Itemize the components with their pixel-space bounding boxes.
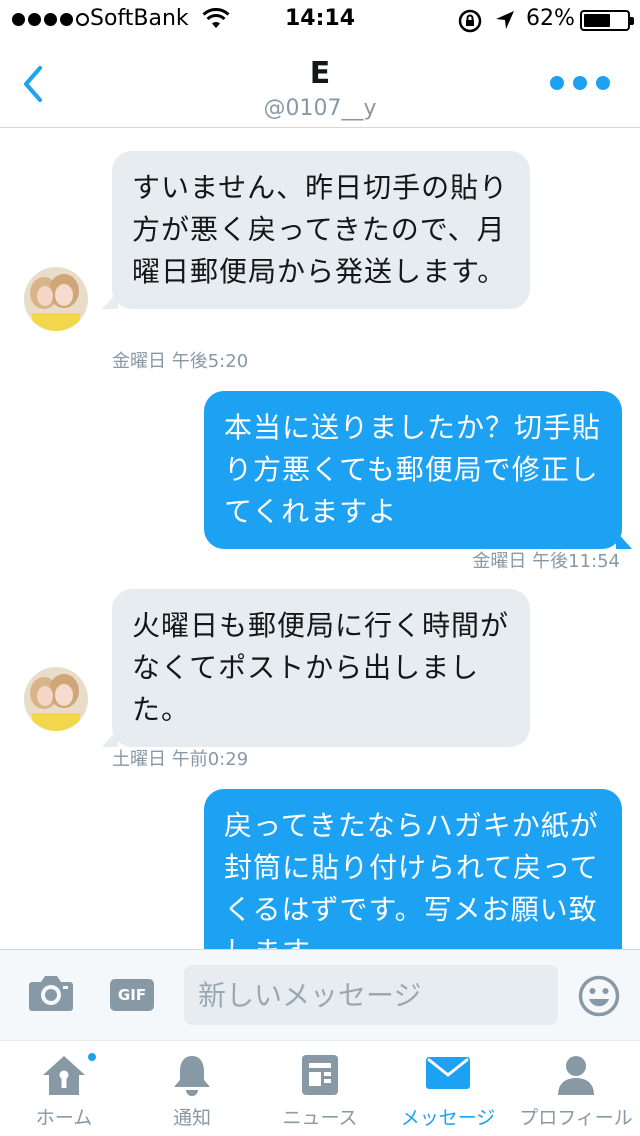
rotation-lock-icon xyxy=(458,9,482,33)
conversation-header: E @0107__y xyxy=(0,40,640,128)
smiley-icon xyxy=(578,975,620,1017)
tab-label: ニュース xyxy=(282,1107,358,1129)
tab-label: プロフィール xyxy=(519,1107,633,1129)
compose-bar: GIF xyxy=(0,949,640,1040)
message-thread[interactable]: すいません、昨日切手の貼り方が悪く戻ってきたので、月曜日郵便局から発送します。 … xyxy=(0,129,640,949)
tab-label: メッセージ xyxy=(400,1107,496,1129)
notification-badge xyxy=(86,1051,98,1063)
status-bar: SoftBank 14:14 62% xyxy=(0,0,640,40)
emoji-button[interactable] xyxy=(578,975,620,1021)
location-arrow-icon xyxy=(496,11,514,29)
avatar-photo xyxy=(24,667,88,731)
more-dots-icon xyxy=(550,76,564,90)
tab-messages[interactable]: メッセージ xyxy=(384,1041,512,1136)
camera-button[interactable] xyxy=(28,974,74,1016)
avatar-photo xyxy=(24,267,88,331)
message-timestamp: 金曜日 午後5:20 xyxy=(112,351,249,372)
tab-profile[interactable]: プロフィール xyxy=(512,1041,640,1136)
bell-icon xyxy=(174,1056,210,1096)
tab-home[interactable]: ホーム xyxy=(0,1041,128,1136)
person-icon xyxy=(558,1056,594,1095)
tab-bar: ホーム 通知 ニュース メッセージ プロフィール xyxy=(0,1040,640,1136)
battery-icon xyxy=(580,10,634,31)
envelope-icon xyxy=(426,1057,470,1089)
message-timestamp: 土曜日 午前0:29 xyxy=(112,749,249,770)
avatar[interactable] xyxy=(24,667,88,731)
tab-label: ホーム xyxy=(35,1107,93,1129)
battery-percent: 62% xyxy=(526,6,575,31)
new-message-input[interactable] xyxy=(184,965,558,1025)
news-icon xyxy=(302,1055,338,1095)
message-bubble-sent[interactable]: 戻ってきたならハガキか紙が封筒に貼り付けられて戻ってくるはずです。写メお願い致し… xyxy=(204,789,622,949)
tab-news[interactable]: ニュース xyxy=(256,1041,384,1136)
conversation-title: E xyxy=(309,56,331,91)
camera-icon xyxy=(29,976,73,1011)
avatar[interactable] xyxy=(24,267,88,331)
home-icon xyxy=(43,1056,85,1095)
more-options-button[interactable] xyxy=(550,68,610,98)
message-bubble-sent[interactable]: 本当に送りましたか？切手貼り方悪くても郵便局で修正してくれますよ xyxy=(204,391,632,549)
message-bubble-received[interactable]: すいません、昨日切手の貼り方が悪く戻ってきたので、月曜日郵便局から発送します。 xyxy=(102,151,530,309)
message-bubble-received[interactable]: 火曜日も郵便局に行く時間がなくてポストから出しました。 xyxy=(102,589,530,747)
conversation-handle: @0107__y xyxy=(263,96,377,121)
gif-button[interactable]: GIF xyxy=(110,979,154,1011)
message-timestamp: 金曜日 午後11:54 xyxy=(472,551,620,572)
tab-notifications[interactable]: 通知 xyxy=(128,1041,256,1136)
tab-label: 通知 xyxy=(172,1107,211,1129)
